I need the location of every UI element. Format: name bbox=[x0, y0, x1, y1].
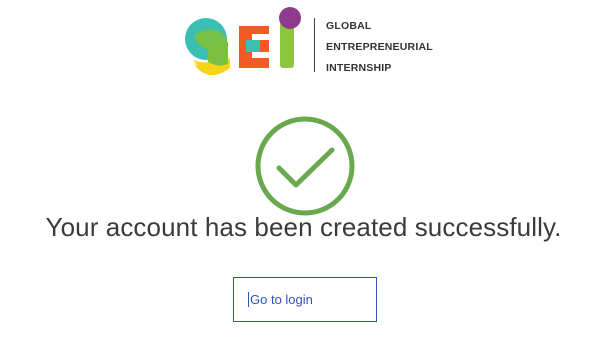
gei-logo-icon bbox=[185, 7, 301, 76]
text-cursor bbox=[248, 292, 249, 307]
logo-divider bbox=[314, 18, 315, 72]
go-to-login-button[interactable]: Go to login bbox=[233, 277, 377, 322]
success-message: Your account has been created successful… bbox=[45, 212, 562, 242]
logo-line-global: GLOBAL bbox=[326, 20, 372, 32]
go-to-login-label: Go to login bbox=[250, 292, 313, 307]
logo-line-internship: INTERNSHIP bbox=[326, 62, 392, 74]
logo-wordmark: GLOBAL ENTREPRENEURIAL INTERNSHIP bbox=[326, 16, 433, 79]
brand-logo: GLOBAL ENTREPRENEURIAL INTERNSHIP bbox=[184, 6, 444, 86]
logo-line-entrepreneurial: ENTREPRENEURIAL bbox=[326, 41, 433, 53]
check-circle-icon bbox=[255, 116, 355, 216]
